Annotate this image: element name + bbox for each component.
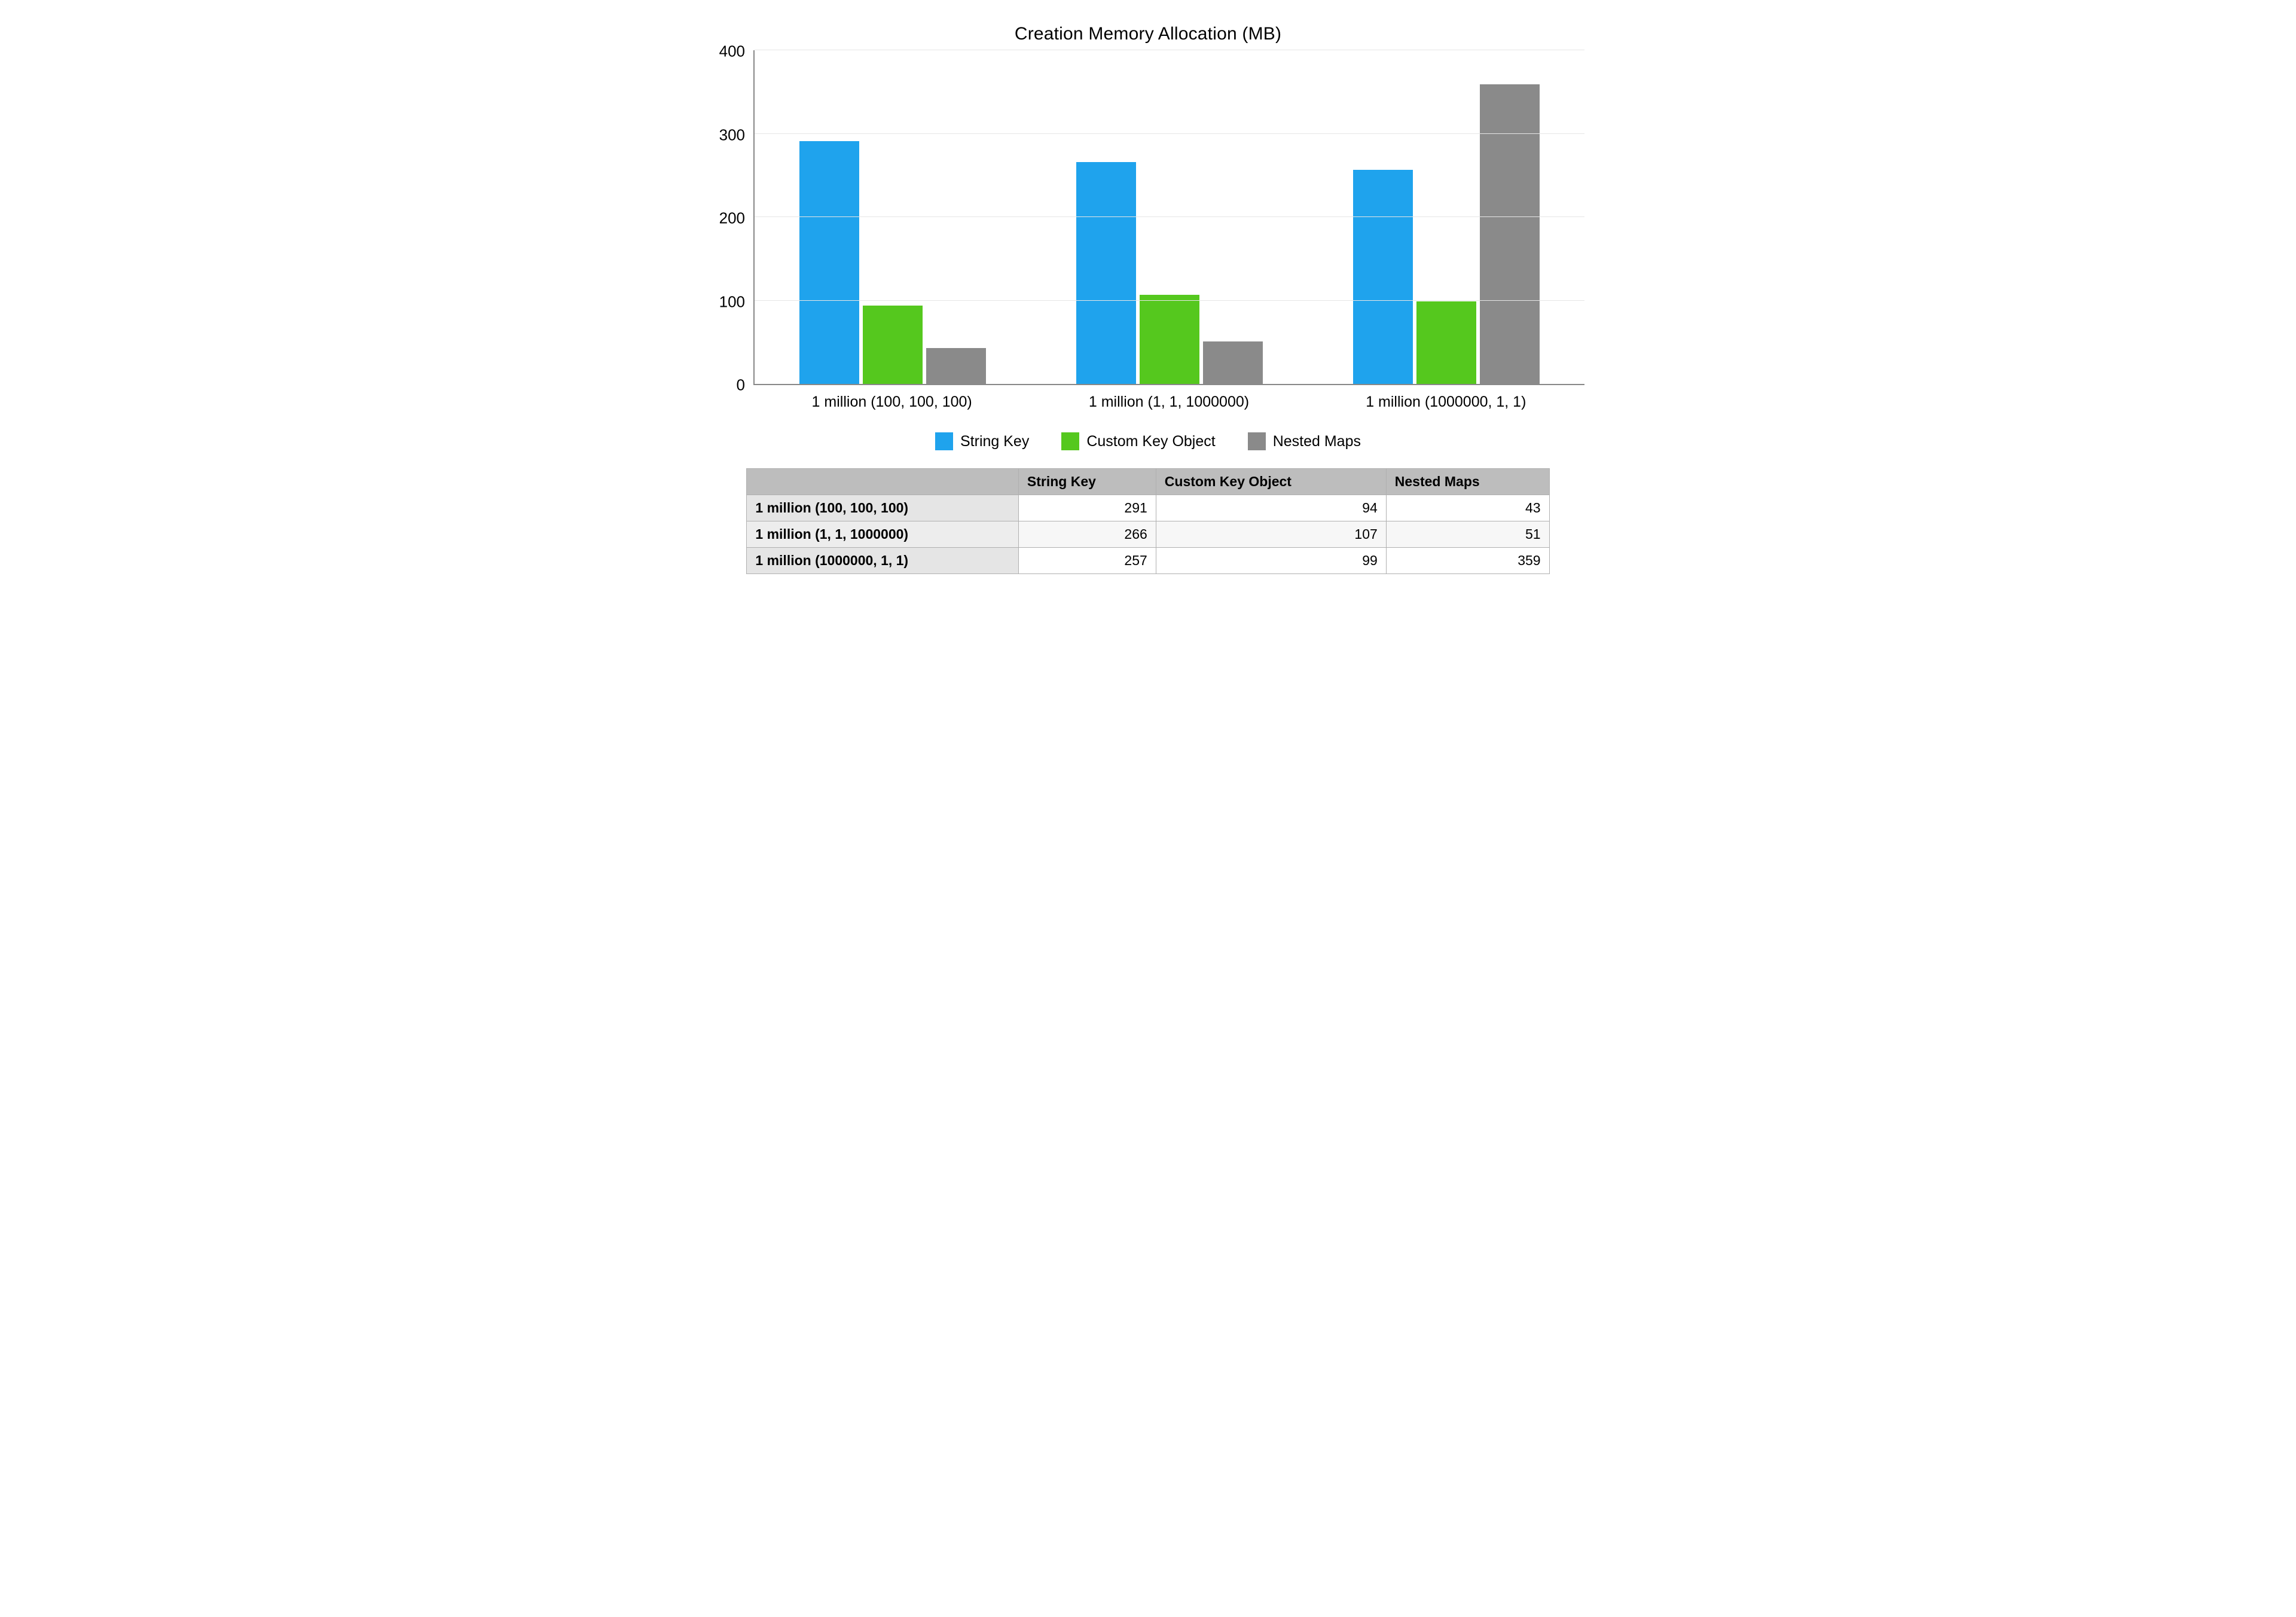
table-corner-cell: [747, 469, 1018, 495]
table-cell: 51: [1386, 521, 1549, 548]
legend-label: Custom Key Object: [1086, 433, 1215, 450]
legend-label: Nested Maps: [1273, 433, 1361, 450]
table-cell: 107: [1156, 521, 1386, 548]
legend: String Key Custom Key Object Nested Maps: [712, 432, 1584, 450]
y-tick-label: 0: [737, 376, 745, 395]
table-cell: 99: [1156, 548, 1386, 574]
legend-item: Custom Key Object: [1061, 432, 1215, 450]
grid-line: [755, 216, 1584, 217]
y-tick-label: 300: [719, 126, 745, 144]
legend-swatch: [1061, 432, 1079, 450]
table-row: 1 million (1000000, 1, 1)25799359: [747, 548, 1549, 574]
bar-group: [1308, 50, 1584, 384]
legend-swatch: [1248, 432, 1266, 450]
table-row: 1 million (100, 100, 100)2919443: [747, 495, 1549, 521]
grid-line: [755, 300, 1584, 301]
bar: [1480, 84, 1540, 384]
bar: [799, 141, 859, 384]
x-axis-labels: 1 million (100, 100, 100)1 million (1, 1…: [753, 393, 1584, 411]
bar: [1203, 341, 1263, 384]
chart-container: Creation Memory Allocation (MB) 0 100 200 3…: [712, 24, 1584, 574]
table-header-row: String Key Custom Key Object Nested Maps: [747, 469, 1549, 495]
bar-groups: [755, 50, 1584, 384]
table-cell: 359: [1386, 548, 1549, 574]
bar: [1140, 295, 1199, 384]
plot-area: [753, 50, 1584, 385]
bar: [863, 306, 923, 384]
bar: [926, 348, 986, 384]
y-tick-label: 400: [719, 42, 745, 61]
table-row-header: 1 million (100, 100, 100): [747, 495, 1018, 521]
y-tick-label: 200: [719, 209, 745, 228]
grid-line: [755, 133, 1584, 134]
x-tick-label: 1 million (1, 1, 1000000): [1030, 393, 1307, 411]
legend-item: Nested Maps: [1248, 432, 1361, 450]
table-col-header: String Key: [1018, 469, 1156, 495]
chart-area: 0100200300400: [712, 50, 1584, 385]
x-tick-label: 1 million (1000000, 1, 1): [1308, 393, 1584, 411]
table-col-header: Nested Maps: [1386, 469, 1549, 495]
table-cell: 257: [1018, 548, 1156, 574]
table-row-header: 1 million (1000000, 1, 1): [747, 548, 1018, 574]
bar: [1353, 170, 1413, 385]
bar-group: [755, 50, 1031, 384]
table-row: 1 million (1, 1, 1000000)26610751: [747, 521, 1549, 548]
bar-group: [1031, 50, 1308, 384]
chart-title: Creation Memory Allocation (MB): [712, 24, 1584, 44]
x-tick-label: 1 million (100, 100, 100): [753, 393, 1030, 411]
table-cell: 94: [1156, 495, 1386, 521]
bar: [1076, 162, 1136, 384]
y-tick-label: 100: [719, 292, 745, 311]
legend-label: String Key: [960, 433, 1029, 450]
table-cell: 291: [1018, 495, 1156, 521]
legend-item: String Key: [935, 432, 1029, 450]
legend-swatch: [935, 432, 953, 450]
table-cell: 43: [1386, 495, 1549, 521]
table-col-header: Custom Key Object: [1156, 469, 1386, 495]
y-axis: 0100200300400: [712, 50, 753, 385]
table-row-header: 1 million (1, 1, 1000000): [747, 521, 1018, 548]
data-table: String Key Custom Key Object Nested Maps…: [746, 468, 1549, 574]
bar: [1416, 301, 1476, 384]
table-cell: 266: [1018, 521, 1156, 548]
